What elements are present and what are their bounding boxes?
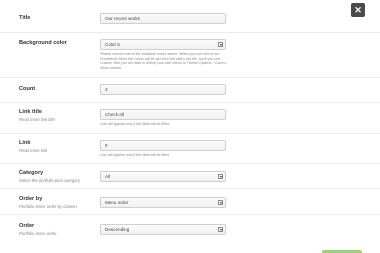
divider	[0, 214, 380, 215]
order-by-sublabel: Portfolio items order by column.	[19, 204, 78, 209]
divider	[0, 163, 380, 164]
background-color-label: Background color	[19, 40, 67, 46]
category-label: Category	[19, 170, 44, 176]
chevron-down-icon	[218, 42, 223, 47]
divider	[0, 133, 380, 134]
link-input[interactable]: #	[100, 140, 226, 151]
order-sublabel: Portfolio items order	[19, 231, 57, 236]
category-select[interactable]: All	[100, 171, 226, 182]
category-sublabel: Select the portfolio post category	[19, 178, 80, 183]
divider	[0, 102, 380, 103]
close-icon: ✕	[354, 5, 362, 15]
link-title-label: Link title	[19, 109, 42, 115]
title-label: Title	[19, 15, 31, 21]
background-color-value: Color 5	[105, 42, 120, 47]
link-title-input[interactable]: Check all	[100, 109, 226, 120]
background-color-help: Please choose one of the available color…	[100, 52, 228, 70]
close-button[interactable]: ✕	[351, 3, 365, 17]
order-by-select[interactable]: Menu order	[100, 197, 226, 208]
divider	[0, 77, 380, 78]
link-sublabel: Read more link	[19, 148, 48, 153]
order-label: Order	[19, 223, 35, 229]
chevron-down-icon	[218, 200, 223, 205]
count-input[interactable]: 3	[100, 84, 226, 95]
shortcode-options-dialog: ✕ Title Our recent works Background colo…	[0, 0, 380, 253]
title-input[interactable]: Our recent works	[100, 13, 226, 24]
link-label: Link	[19, 140, 31, 146]
divider	[0, 188, 380, 189]
order-select[interactable]: Descending	[100, 224, 226, 235]
order-value: Descending	[105, 227, 130, 232]
order-by-label: Order by	[19, 196, 43, 202]
order-by-value: Menu order	[105, 200, 129, 205]
chevron-down-icon	[218, 174, 223, 179]
link-title-sublabel: Read more link title	[19, 117, 55, 122]
chevron-down-icon	[218, 227, 223, 232]
divider	[0, 32, 380, 33]
link-help: Link will appear only if this field will…	[100, 153, 170, 157]
link-title-help: Link will appear only if this field will…	[100, 122, 170, 126]
category-value: All	[105, 174, 111, 179]
background-color-select[interactable]: Color 5	[100, 39, 226, 50]
count-label: Count	[19, 86, 36, 92]
